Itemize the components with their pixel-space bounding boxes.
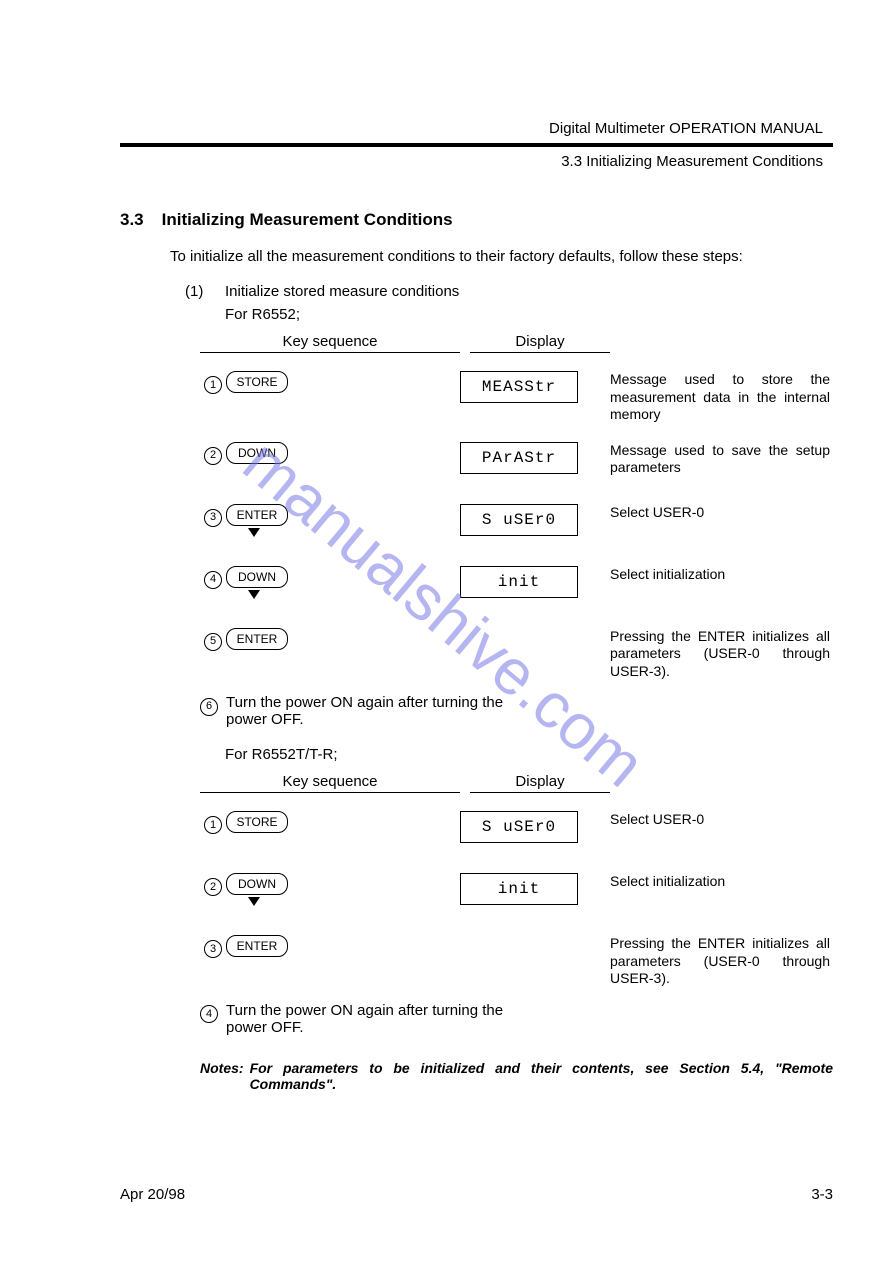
section-number: 3.3 — [120, 210, 144, 230]
col-disp-a: Display — [470, 333, 610, 353]
proc-row: 4 DOWN init Select initialization — [200, 566, 833, 610]
step-number: (1) — [185, 283, 209, 300]
circled-num: 1 — [204, 376, 222, 394]
key-enter: ENTER — [226, 935, 288, 957]
header-rule — [120, 143, 833, 147]
step-text: Initialize stored measure conditions — [225, 283, 459, 300]
proc-row: 2 DOWN PArAStr Message used to save the … — [200, 442, 833, 486]
circled-num: 1 — [204, 816, 222, 834]
row-desc: Pressing the ENTER initializes all param… — [610, 628, 830, 681]
proc-row: 2 DOWN init Select initialization — [200, 873, 833, 917]
proc-row-text: 6 Turn the power ON again after turning … — [200, 694, 833, 728]
row-desc: Select USER-0 — [610, 811, 830, 829]
proc-row-text: 4 Turn the power ON again after turning … — [200, 1002, 833, 1036]
key-enter: ENTER — [226, 504, 288, 526]
display-box: init — [460, 566, 578, 598]
triangle-down-icon — [248, 528, 260, 537]
row-desc: Pressing the ENTER initializes all param… — [610, 935, 830, 988]
section-title: Initializing Measurement Conditions — [162, 210, 453, 230]
model-label-a: For R6552; — [225, 306, 833, 323]
col-disp-b: Display — [470, 773, 610, 793]
display-box: S uSEr0 — [460, 504, 578, 536]
circled-num: 4 — [200, 1005, 218, 1023]
table-header-b: Key sequence Display — [200, 773, 833, 793]
row-desc: Select USER-0 — [610, 504, 830, 522]
key-down: DOWN — [226, 442, 288, 464]
row-desc: Message used to save the setup parameter… — [610, 442, 830, 477]
footer-date: Apr 20/98 — [120, 1186, 185, 1203]
circled-num: 4 — [204, 571, 222, 589]
col-key-b: Key sequence — [200, 773, 460, 793]
notes-block: Notes: For parameters to be initialized … — [200, 1060, 833, 1092]
display-box: S uSEr0 — [460, 811, 578, 843]
display-box: PArAStr — [460, 442, 578, 474]
key-down: DOWN — [226, 566, 288, 588]
row-desc: Select initialization — [610, 566, 830, 584]
circled-num: 5 — [204, 633, 222, 651]
key-enter: ENTER — [226, 628, 288, 650]
proc-row: 3 ENTER Pressing the ENTER initializes a… — [200, 935, 833, 988]
key-down: DOWN — [226, 873, 288, 895]
key-store: STORE — [226, 811, 288, 833]
key-store: STORE — [226, 371, 288, 393]
circled-num: 6 — [200, 698, 218, 716]
circled-num: 3 — [204, 509, 222, 527]
proc-row: 3 ENTER S uSEr0 Select USER-0 — [200, 504, 833, 548]
notes-body: For parameters to be initialized and the… — [250, 1060, 833, 1092]
circled-num: 3 — [204, 940, 222, 958]
display-box: init — [460, 873, 578, 905]
tail-text: Turn the power ON again after turning th… — [226, 694, 526, 728]
col-key-a: Key sequence — [200, 333, 460, 353]
row-desc: Message used to store the measurement da… — [610, 371, 830, 424]
circled-num: 2 — [204, 447, 222, 465]
notes-label: Notes: — [200, 1060, 244, 1092]
manual-title: Digital Multimeter OPERATION MANUAL — [120, 120, 833, 137]
section-intro: To initialize all the measurement condit… — [170, 248, 833, 265]
table-header-a: Key sequence Display — [200, 333, 833, 353]
running-head: 3.3 Initializing Measurement Conditions — [120, 153, 833, 170]
proc-row: 1 STORE MEASStr Message used to store th… — [200, 371, 833, 424]
circled-num: 2 — [204, 878, 222, 896]
proc-row: 1 STORE S uSEr0 Select USER-0 — [200, 811, 833, 855]
proc-row: 5 ENTER Pressing the ENTER initializes a… — [200, 628, 833, 681]
tail-text: Turn the power ON again after turning th… — [226, 1002, 526, 1036]
display-box: MEASStr — [460, 371, 578, 403]
triangle-down-icon — [248, 897, 260, 906]
model-label-b: For R6552T/T-R; — [225, 746, 833, 763]
row-desc: Select initialization — [610, 873, 830, 891]
footer-page: 3-3 — [811, 1186, 833, 1203]
triangle-down-icon — [248, 590, 260, 599]
